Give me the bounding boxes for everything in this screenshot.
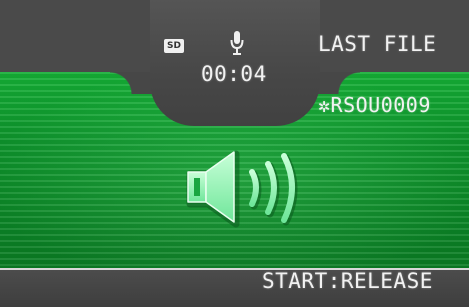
elapsed-time: 00:04 xyxy=(201,62,267,86)
status-tab-corner xyxy=(316,72,360,94)
file-position-label: LAST FILE xyxy=(318,32,437,56)
voice-memo-playback-screen: SD 00:04 LAST FILE ✲RSOU0009 START:RELEA… xyxy=(0,0,469,307)
file-name: ✲RSOU0009 xyxy=(318,93,431,117)
sd-card-icon: SD xyxy=(164,39,184,53)
microphone-icon xyxy=(230,31,244,55)
speaker-volume-icon xyxy=(186,150,298,228)
start-release-hint: START:RELEASE xyxy=(262,269,433,293)
status-tab-corner xyxy=(110,72,154,94)
